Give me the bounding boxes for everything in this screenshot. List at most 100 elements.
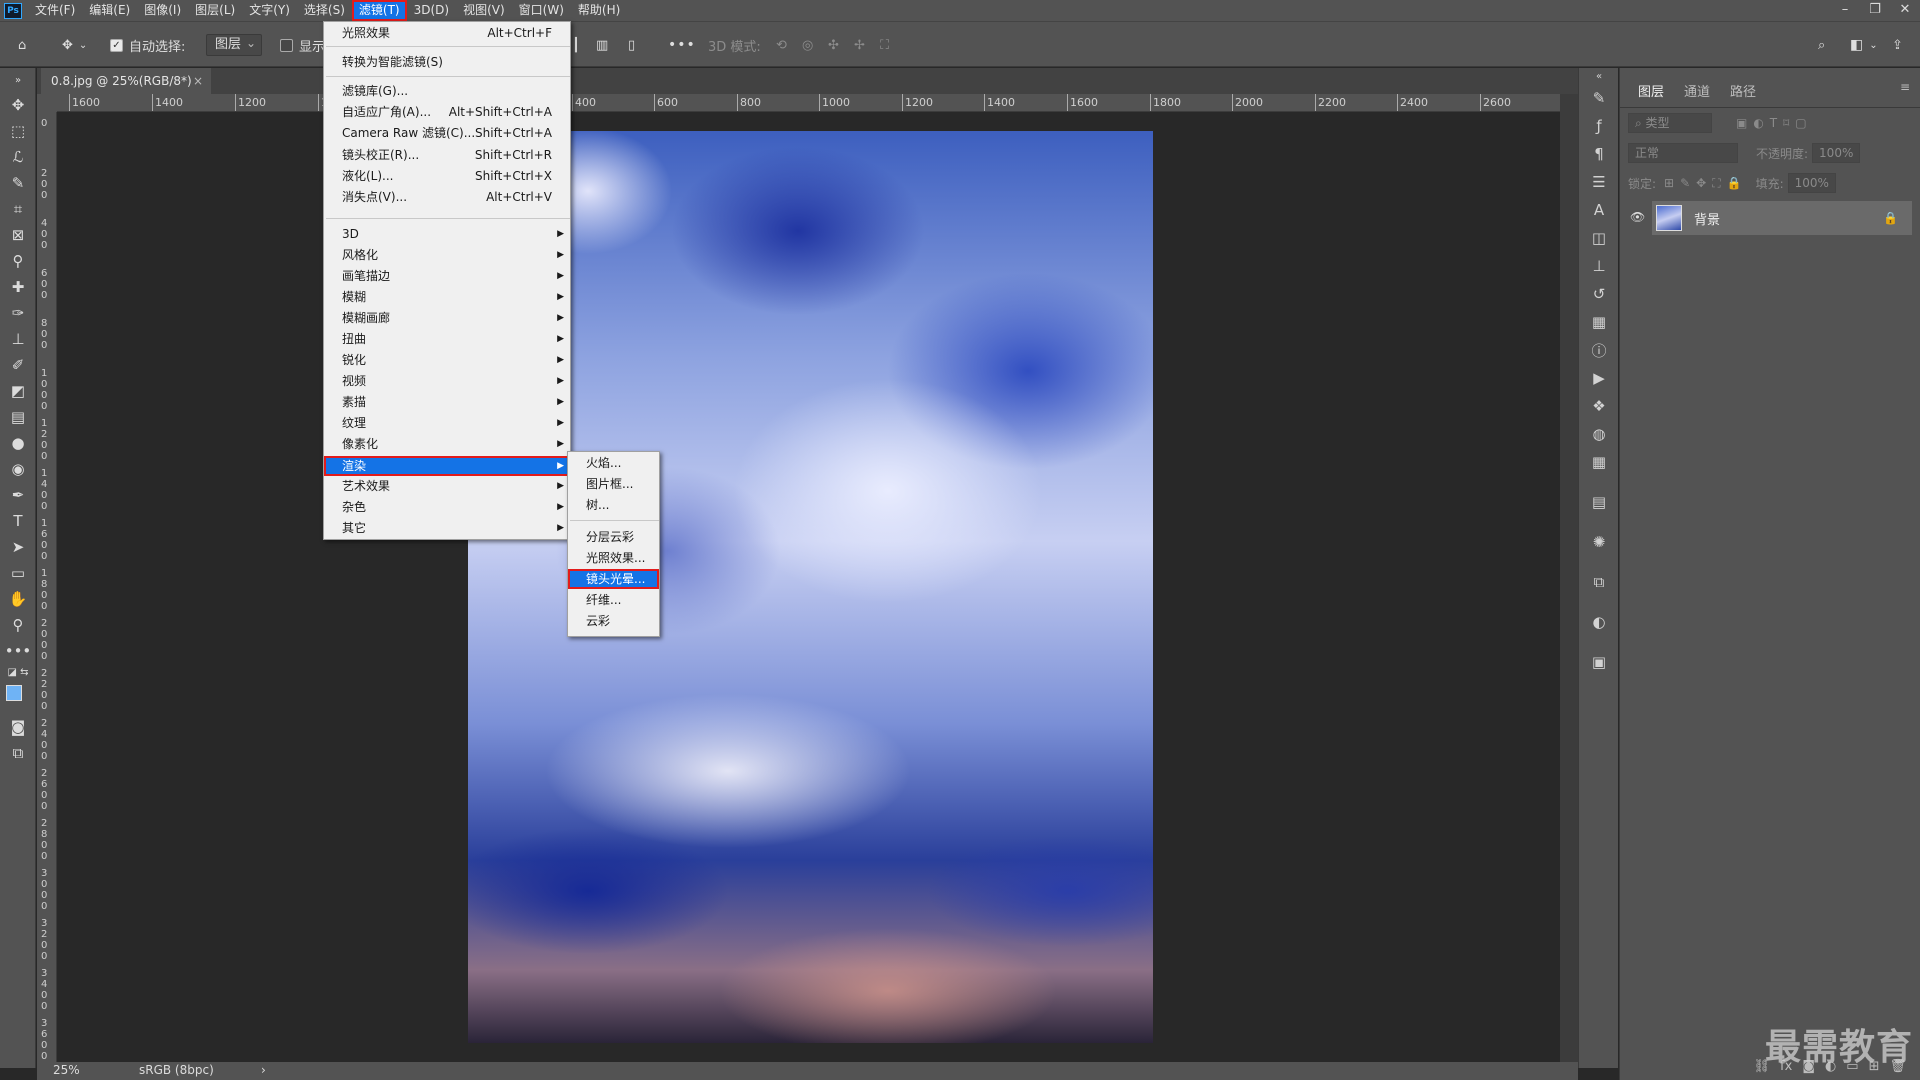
paragraph-icon[interactable]: ¶ [1579,140,1619,168]
menu-image[interactable]: 图像(I) [137,0,188,21]
3d-scale-icon[interactable]: ⛶ [880,22,889,68]
crop-tool-icon[interactable]: ⌗ [0,196,36,222]
menu-item-submenu[interactable]: 纹理 ▶ [324,413,570,433]
layer-filter-icons[interactable]: ▣◐T⌑▢ [1736,116,1813,130]
workspace-icon[interactable]: ◧ ⌄ [1850,22,1878,68]
history-icon[interactable]: ↺ [1579,280,1619,308]
notes-icon[interactable]: ▤ [1579,488,1619,516]
path-select-tool-icon[interactable]: ➤ [0,534,36,560]
3d-roll-icon[interactable]: ◎ [802,22,813,68]
auto-select-checkbox-group[interactable]: ✓ 自动选择: [110,22,185,68]
lock-icons[interactable]: ⊞✎✥⛶🔒 [1664,176,1748,191]
close-tab-icon[interactable]: × [193,68,203,94]
history-brush-tool-icon[interactable]: ✐ [0,352,36,378]
quick-select-tool-icon[interactable]: ✎ [0,170,36,196]
libraries-icon[interactable]: ⧉ [1579,568,1619,596]
layer-comps-icon[interactable]: ❖ [1579,392,1619,420]
foreground-color-swatch[interactable] [6,685,22,701]
menu-item-submenu[interactable]: 渲染 ▶ [324,456,570,476]
hand-tool-icon[interactable]: ✋ [0,586,36,612]
menu-item-filter[interactable]: 自适应广角(A)... Alt+Shift+Ctrl+A [324,102,570,122]
menu-item-submenu[interactable]: 锐化 ▶ [324,350,570,370]
menu-item-filter[interactable]: Camera Raw 滤镜(C)... Shift+Ctrl+A [324,123,570,143]
menu-item-submenu[interactable]: 风格化 ▶ [324,245,570,265]
adjust-icon[interactable]: ◐ [1579,608,1619,636]
type-tool-icon[interactable]: T [0,508,36,534]
menu-item-filter[interactable]: 消失点(V)... Alt+Ctrl+V [324,187,570,207]
close-button[interactable]: ✕ [1890,0,1920,21]
quick-mask-icon[interactable]: ◙ [0,714,36,740]
submenu-item[interactable]: 火焰... [568,453,659,473]
menu-item-submenu[interactable]: 3D ▶ [324,224,570,244]
move-tool-icon[interactable]: ✥ ⌄ [62,22,87,68]
menu-view[interactable]: 视图(V) [456,0,512,21]
vertical-scrollbar[interactable] [1560,94,1578,1062]
edit-toolbar-icon[interactable]: ••• [0,638,36,664]
navigator-icon[interactable]: ✺ [1579,528,1619,556]
align-bottom-icon[interactable]: ▥ [596,22,608,68]
submenu-item[interactable]: 云彩 [568,611,659,631]
submenu-item[interactable]: 镜头光晕... [568,569,659,589]
minimize-button[interactable]: – [1830,0,1860,21]
menu-help[interactable]: 帮助(H) [571,0,627,21]
blur-tool-icon[interactable]: ● [0,430,36,456]
clone-source-icon[interactable]: ⊥ [1579,252,1619,280]
menu-item-submenu[interactable]: 模糊画廊 ▶ [324,308,570,328]
layer-filter-dropdown[interactable]: ⌕ 类型 [1628,113,1712,133]
blend-mode-dropdown[interactable]: 正常 [1628,143,1738,163]
swap-colors-icon[interactable]: ◪ ⇆ [0,664,36,680]
show-transform-checkbox[interactable] [280,38,293,52]
share-icon[interactable]: ⇪ [1892,22,1903,68]
menu-item-last-filter[interactable]: 光照效果 Alt+Ctrl+F [324,23,570,43]
menu-select[interactable]: 选择(S) [297,0,352,21]
menu-file[interactable]: 文件(F) [28,0,82,21]
auto-select-target-dropdown[interactable]: 图层 [206,33,263,56]
layer-row-background[interactable]: 背景 🔒 [1652,201,1912,235]
3d-icon[interactable]: ◍ [1579,420,1619,448]
menu-item-submenu[interactable]: 视频 ▶ [324,371,570,391]
adjustments-icon[interactable]: ☰ [1579,168,1619,196]
frame-tool-icon[interactable]: ⊠ [0,222,36,248]
menu-item-submenu[interactable]: 杂色 ▶ [324,497,570,517]
menu-item-filter[interactable]: 滤镜库(G)... [324,81,570,101]
gradient-tool-icon[interactable]: ▤ [0,404,36,430]
panel-menu-icon[interactable]: ≡ [1900,80,1910,94]
submenu-item[interactable]: 图片框... [568,474,659,494]
submenu-item[interactable]: 分层云彩 [568,527,659,547]
menu-item-smart-filter[interactable]: 转换为智能滤镜(S) [324,52,570,72]
menu-item-submenu[interactable]: 模糊 ▶ [324,287,570,307]
show-transform-group[interactable]: 显示 [280,22,325,68]
properties-icon[interactable]: ◫ [1579,224,1619,252]
gradients-icon[interactable]: ▣ [1579,648,1619,676]
opacity-field[interactable]: 100% [1812,143,1861,163]
tab-channels[interactable]: 通道 [1674,79,1720,107]
menu-window[interactable]: 窗口(W) [512,0,571,21]
submenu-item[interactable]: 纤维... [568,590,659,610]
eraser-tool-icon[interactable]: ◩ [0,378,36,404]
menu-layer[interactable]: 图层(L) [188,0,242,21]
zoom-level[interactable]: 25% [53,1063,80,1077]
move-tool-icon[interactable]: ✥ [0,92,36,118]
color-swatches[interactable] [0,680,36,714]
collapse-icon[interactable]: » [0,68,36,92]
menu-type[interactable]: 文字(Y) [242,0,297,21]
submenu-item[interactable]: 光照效果... [568,548,659,568]
3d-pan-icon[interactable]: ✣ [828,22,839,68]
menu-item-submenu[interactable]: 其它 ▶ [324,518,570,538]
actions-icon[interactable]: ▶ [1579,364,1619,392]
rectangle-tool-icon[interactable]: ▭ [0,560,36,586]
auto-select-checkbox[interactable]: ✓ [110,38,123,52]
menu-item-submenu[interactable]: 扭曲 ▶ [324,329,570,349]
styles-icon[interactable]: ƒ [1579,112,1619,140]
align-icon[interactable]: ┃ [572,22,580,68]
tab-layers[interactable]: 图层 [1628,79,1675,107]
dodge-tool-icon[interactable]: ◉ [0,456,36,482]
brush-tool-icon[interactable]: ✑ [0,300,36,326]
swatches-icon[interactable]: ▦ [1579,308,1619,336]
menu-item-filter[interactable]: 镜头校正(R)... Shift+Ctrl+R [324,145,570,165]
menu-filter[interactable]: 滤镜(T) [351,0,407,21]
fill-field[interactable]: 100% [1787,173,1836,193]
visibility-eye-icon[interactable]: 👁 [1630,210,1645,224]
menu-item-submenu[interactable]: 素描 ▶ [324,392,570,412]
menu-edit[interactable]: 编辑(E) [82,0,137,21]
